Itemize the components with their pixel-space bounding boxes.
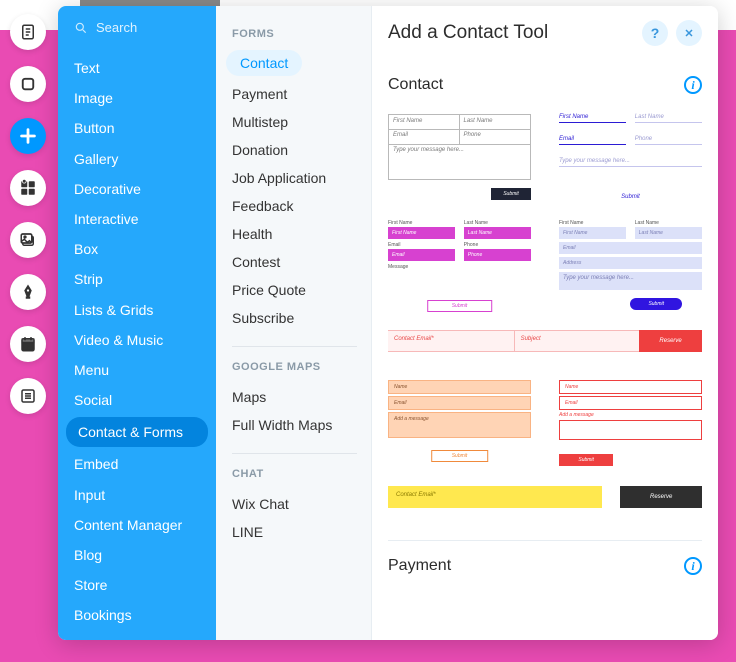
sub-donation[interactable]: Donation [232, 136, 365, 164]
contact-template-4[interactable]: First Name Last Name First Name Last Nam… [559, 220, 702, 310]
category-contact-forms[interactable]: Contact & Forms [66, 417, 208, 447]
close-button[interactable] [676, 20, 702, 46]
box-tool-icon[interactable] [10, 66, 46, 102]
apps-icon[interactable] [10, 170, 46, 206]
group-header-maps: GOOGLE MAPS [232, 361, 365, 373]
sub-job-application[interactable]: Job Application [232, 164, 365, 192]
sub-price-quote[interactable]: Price Quote [232, 276, 365, 304]
sub-health[interactable]: Health [232, 220, 365, 248]
media-icon[interactable] [10, 222, 46, 258]
contact-template-5[interactable]: Contact Email* Subject Reserve [388, 330, 702, 360]
contact-template-3[interactable]: First NameFirst Name Last NameLast Name … [388, 220, 531, 310]
contact-template-6[interactable]: Name Email Add a message Submit [388, 380, 531, 466]
category-box[interactable]: Box [58, 234, 216, 264]
sub-feedback[interactable]: Feedback [232, 192, 365, 220]
contact-template-7[interactable]: Name Email Add a message Submit [559, 380, 702, 466]
panel-header: Add a Contact Tool ? [372, 6, 718, 60]
category-lists-grids[interactable]: Lists & Grids [58, 295, 216, 325]
add-panel: Text Image Button Gallery Decorative Int… [58, 6, 718, 640]
contact-template-2[interactable]: First Name Last Name Email Phone Type yo… [559, 114, 702, 200]
group-header-forms: FORMS [232, 28, 365, 40]
category-events[interactable]: Events [58, 631, 216, 640]
search-input[interactable] [96, 20, 186, 35]
list-icon[interactable] [10, 378, 46, 414]
category-strip[interactable]: Strip [58, 264, 216, 294]
sub-wix-chat[interactable]: Wix Chat [232, 490, 365, 518]
sub-contact[interactable]: Contact [226, 50, 302, 76]
category-content-manager[interactable]: Content Manager [58, 510, 216, 540]
sub-multistep[interactable]: Multistep [232, 108, 365, 136]
category-social[interactable]: Social [58, 385, 216, 415]
pen-icon[interactable] [10, 274, 46, 310]
category-video-music[interactable]: Video & Music [58, 325, 216, 355]
category-button[interactable]: Button [58, 113, 216, 143]
section-payment-title: Payment [388, 557, 451, 575]
subcategory-column: FORMS Contact Payment Multistep Donation… [216, 6, 371, 640]
category-interactive[interactable]: Interactive [58, 204, 216, 234]
svg-text:12: 12 [24, 344, 32, 351]
contact-template-1[interactable]: First Name Last Name Email Phone Type yo… [388, 114, 531, 200]
category-gallery[interactable]: Gallery [58, 144, 216, 174]
category-text[interactable]: Text [58, 53, 216, 83]
sub-payment[interactable]: Payment [232, 80, 365, 108]
group-header-chat: CHAT [232, 468, 365, 480]
calendar-icon[interactable]: 12 [10, 326, 46, 362]
category-store[interactable]: Store [58, 570, 216, 600]
category-input[interactable]: Input [58, 480, 216, 510]
panel-title: Add a Contact Tool [388, 22, 634, 44]
section-contact-title: Contact [388, 76, 443, 94]
search-icon [74, 21, 88, 35]
category-decorative[interactable]: Decorative [58, 174, 216, 204]
page-icon[interactable] [10, 14, 46, 50]
category-bookings[interactable]: Bookings [58, 600, 216, 630]
content-column: Add a Contact Tool ? Contact i First Nam… [371, 6, 718, 640]
contact-template-8[interactable]: Contact Email* Reserve [388, 486, 702, 516]
add-icon[interactable] [10, 118, 46, 154]
category-column: Text Image Button Gallery Decorative Int… [58, 6, 216, 640]
category-menu[interactable]: Menu [58, 355, 216, 385]
sub-line[interactable]: LINE [232, 518, 365, 546]
left-toolbar: 12 [0, 0, 56, 662]
help-button[interactable]: ? [642, 20, 668, 46]
sub-contest[interactable]: Contest [232, 248, 365, 276]
info-icon[interactable]: i [684, 76, 702, 94]
category-blog[interactable]: Blog [58, 540, 216, 570]
search-wrap[interactable] [58, 6, 216, 45]
sub-subscribe[interactable]: Subscribe [232, 304, 365, 332]
sub-maps[interactable]: Maps [232, 383, 365, 411]
category-embed[interactable]: Embed [58, 449, 216, 479]
info-icon[interactable]: i [684, 557, 702, 575]
close-icon [683, 27, 695, 39]
category-image[interactable]: Image [58, 83, 216, 113]
sub-full-width-maps[interactable]: Full Width Maps [232, 411, 365, 439]
